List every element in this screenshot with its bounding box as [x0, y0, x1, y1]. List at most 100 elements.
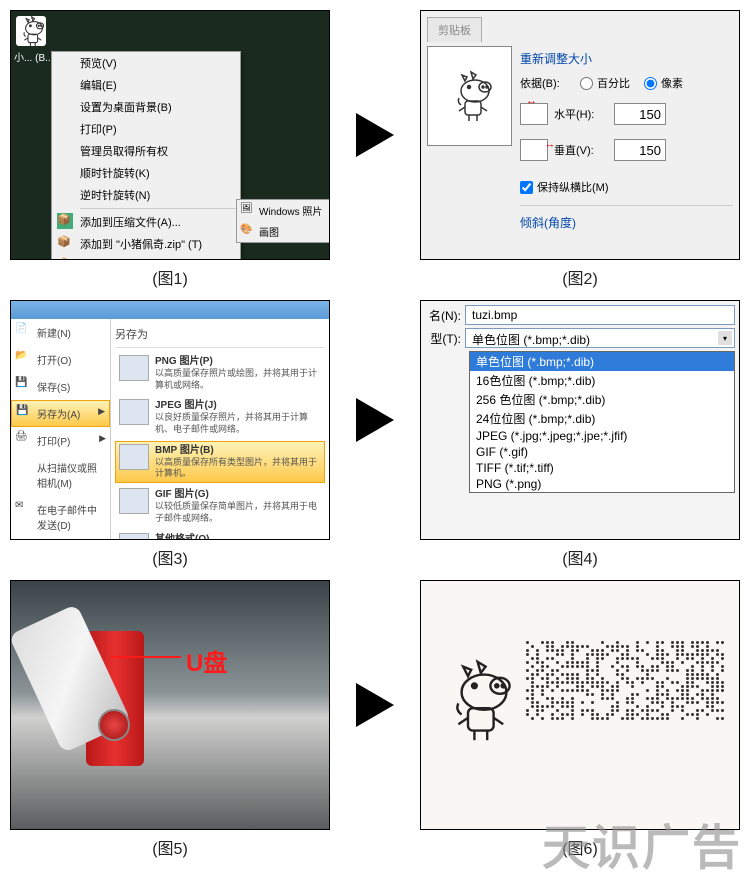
- caption-2: (图2): [420, 265, 740, 295]
- paint-icon: 🎨: [240, 224, 254, 238]
- menu-separator: [80, 208, 236, 209]
- bmp-icon: [119, 444, 149, 470]
- menu-edit[interactable]: 编辑(E): [52, 74, 240, 96]
- format-bmp[interactable]: BMP 图片(B)以高质量保存所有类型图片，并将其用于计算机。: [115, 441, 325, 483]
- watermark: 天识广告: [542, 808, 742, 878]
- arrow-right-icon: [356, 398, 394, 442]
- filename-input[interactable]: tuzi.bmp: [465, 305, 735, 325]
- context-menu: 预览(V) 编辑(E) 设置为桌面背景(B) 打印(P) 管理员取得所有权 顺时…: [51, 51, 241, 260]
- horizontal-input[interactable]: [614, 103, 666, 125]
- pig-icon: [445, 69, 495, 124]
- resize-preview: [427, 46, 512, 146]
- radio-pixel[interactable]: [644, 77, 657, 90]
- menu-set-bg[interactable]: 设置为桌面背景(B): [11, 538, 110, 540]
- lock-ratio-checkbox[interactable]: [520, 181, 533, 194]
- format-jpeg[interactable]: JPEG 图片(J)以良好质量保存照片，并将其用于计算机、电子邮件或网络。: [115, 396, 325, 438]
- option-png[interactable]: PNG (*.png): [470, 476, 734, 492]
- menu-save-as[interactable]: 💾另存为(A)▶: [11, 400, 110, 427]
- caption-1: (图1): [10, 265, 330, 295]
- dot-matrix-pattern: [526, 641, 726, 721]
- panel-6-printout: [420, 580, 740, 830]
- caption-5: (图5): [10, 835, 330, 865]
- v-preview-box: ↕: [520, 139, 548, 161]
- menu-scanner[interactable]: 从扫描仪或照相机(M): [11, 454, 110, 496]
- open-with-submenu: 🖼Windows 照片 🎨画图: [236, 199, 330, 243]
- menu-save[interactable]: 💾保存(S): [11, 373, 110, 400]
- menu-print[interactable]: 🖨打印(P)▶: [11, 427, 110, 454]
- menu-email[interactable]: ✉在电子邮件中发送(D): [11, 496, 110, 538]
- panel-5-usb-drive: U盘: [10, 580, 330, 830]
- menu-rotate-ccw[interactable]: 逆时针旋转(N): [52, 184, 240, 206]
- chevron-right-icon: ▶: [98, 406, 105, 417]
- panel-2-resize-dialog: 剪贴板 重新调整大小 依据(B): 百分比 像素 ↔ 水平(H): ↕: [420, 10, 740, 260]
- resize-title: 重新调整大小: [520, 50, 733, 67]
- menu-add-zip[interactable]: 📦添加到 "小猪佩奇.zip" (T): [52, 233, 240, 255]
- gif-icon: [119, 488, 149, 514]
- format-gif[interactable]: GIF 图片(G)以较低质量保存简单图片，并将其用于电子邮件或网络。: [115, 485, 325, 527]
- menu-preview[interactable]: 预览(V): [52, 52, 240, 74]
- filetype-select[interactable]: 单色位图 (*.bmp;*.dib)▾: [465, 328, 735, 348]
- zip-icon: 📦: [57, 257, 73, 260]
- panel-4-file-type-dropdown: 名(N): tuzi.bmp 型(T): 单色位图 (*.bmp;*.dib)▾…: [420, 300, 740, 540]
- option-24bit-bmp[interactable]: 24位位图 (*.bmp;*.dib): [470, 409, 734, 428]
- dropdown-icon: ▾: [718, 331, 732, 345]
- caption-3: (图3): [10, 545, 330, 575]
- arrow-2: [340, 300, 410, 540]
- by-label: 依据(B):: [520, 75, 580, 91]
- print-icon: 🖨: [15, 431, 31, 447]
- format-other[interactable]: 其他格式(O)打开"另存为"对话框，从所有可能的文件类型中进行选择。: [115, 530, 325, 541]
- usb-pivot: [98, 709, 130, 741]
- jpeg-icon: [119, 399, 149, 425]
- filetype-label: 型(T):: [425, 330, 465, 347]
- option-mono-bmp[interactable]: 单色位图 (*.bmp;*.dib): [470, 352, 734, 371]
- option-jpeg[interactable]: JPEG (*.jpg;*.jpeg;*.jpe;*.jfif): [470, 428, 734, 444]
- save-as-formats: 另存为 PNG 图片(P)以高质量保存照片或绘图，并将其用于计算机或网络。 JP…: [111, 319, 329, 539]
- panel-3-save-as-menu: 📄新建(N) 📂打开(O) 💾保存(S) 💾另存为(A)▶ 🖨打印(P)▶ 从扫…: [10, 300, 330, 540]
- pig-icon: [436, 656, 516, 746]
- menu-print[interactable]: 打印(P): [52, 118, 240, 140]
- open-icon: 📂: [15, 350, 31, 366]
- skew-title: 倾斜(角度): [520, 214, 733, 231]
- arrow-1: [340, 10, 410, 260]
- save-as-icon: 💾: [16, 405, 32, 421]
- desktop-file-icon[interactable]: [16, 16, 46, 46]
- menu-rotate-cw[interactable]: 顺时针旋转(K): [52, 162, 240, 184]
- menu-other-zip[interactable]: 📦其他压缩命令▶: [52, 255, 240, 260]
- photos-icon: 🖼: [240, 203, 254, 217]
- clipboard-tab[interactable]: 剪贴板: [427, 17, 482, 42]
- desktop-file-label: 小... (B...: [14, 49, 53, 64]
- radio-percent[interactable]: [580, 77, 593, 90]
- format-png[interactable]: PNG 图片(P)以高质量保存照片或绘图，并将其用于计算机或网络。: [115, 352, 325, 394]
- option-tiff[interactable]: TIFF (*.tif;*.tiff): [470, 460, 734, 476]
- option-16-bmp[interactable]: 16色位图 (*.bmp;*.dib): [470, 371, 734, 390]
- ribbon-header: [11, 301, 329, 319]
- h-preview-box: ↔: [520, 103, 548, 125]
- email-icon: ✉: [15, 500, 31, 516]
- submenu-paint[interactable]: 🎨画图: [237, 221, 330, 242]
- save-icon: 💾: [15, 377, 31, 393]
- menu-new[interactable]: 📄新建(N): [11, 319, 110, 346]
- arrow-right-icon: [356, 113, 394, 157]
- menu-admin[interactable]: 管理员取得所有权: [52, 140, 240, 162]
- printed-pig: [436, 656, 516, 749]
- panel-1-context-menu: 小... (B... 预览(V) 编辑(E) 设置为桌面背景(B) 打印(P) …: [10, 10, 330, 260]
- caption-4: (图4): [420, 545, 740, 575]
- v-label: 垂直(V):: [554, 142, 614, 158]
- arrow-3: [340, 580, 410, 830]
- vertical-input[interactable]: [614, 139, 666, 161]
- menu-open[interactable]: 📂打开(O): [11, 346, 110, 373]
- zip-icon: 📦: [57, 235, 73, 251]
- option-gif[interactable]: GIF (*.gif): [470, 444, 734, 460]
- usb-label: U盘: [186, 643, 227, 678]
- usb-drive: [36, 601, 166, 776]
- v-arrow-icon: ↕: [544, 143, 556, 149]
- option-256-bmp[interactable]: 256 色位图 (*.bmp;*.dib): [470, 390, 734, 409]
- menu-add-archive[interactable]: 📦添加到压缩文件(A)...: [52, 211, 240, 233]
- submenu-windows-photos[interactable]: 🖼Windows 照片: [237, 200, 330, 221]
- h-arrow-icon: ↔: [526, 95, 537, 107]
- new-icon: 📄: [15, 323, 31, 339]
- menu-set-background[interactable]: 设置为桌面背景(B): [52, 96, 240, 118]
- arrow-right-icon: [356, 683, 394, 727]
- callout-line: [111, 656, 181, 658]
- other-format-icon: [119, 533, 149, 541]
